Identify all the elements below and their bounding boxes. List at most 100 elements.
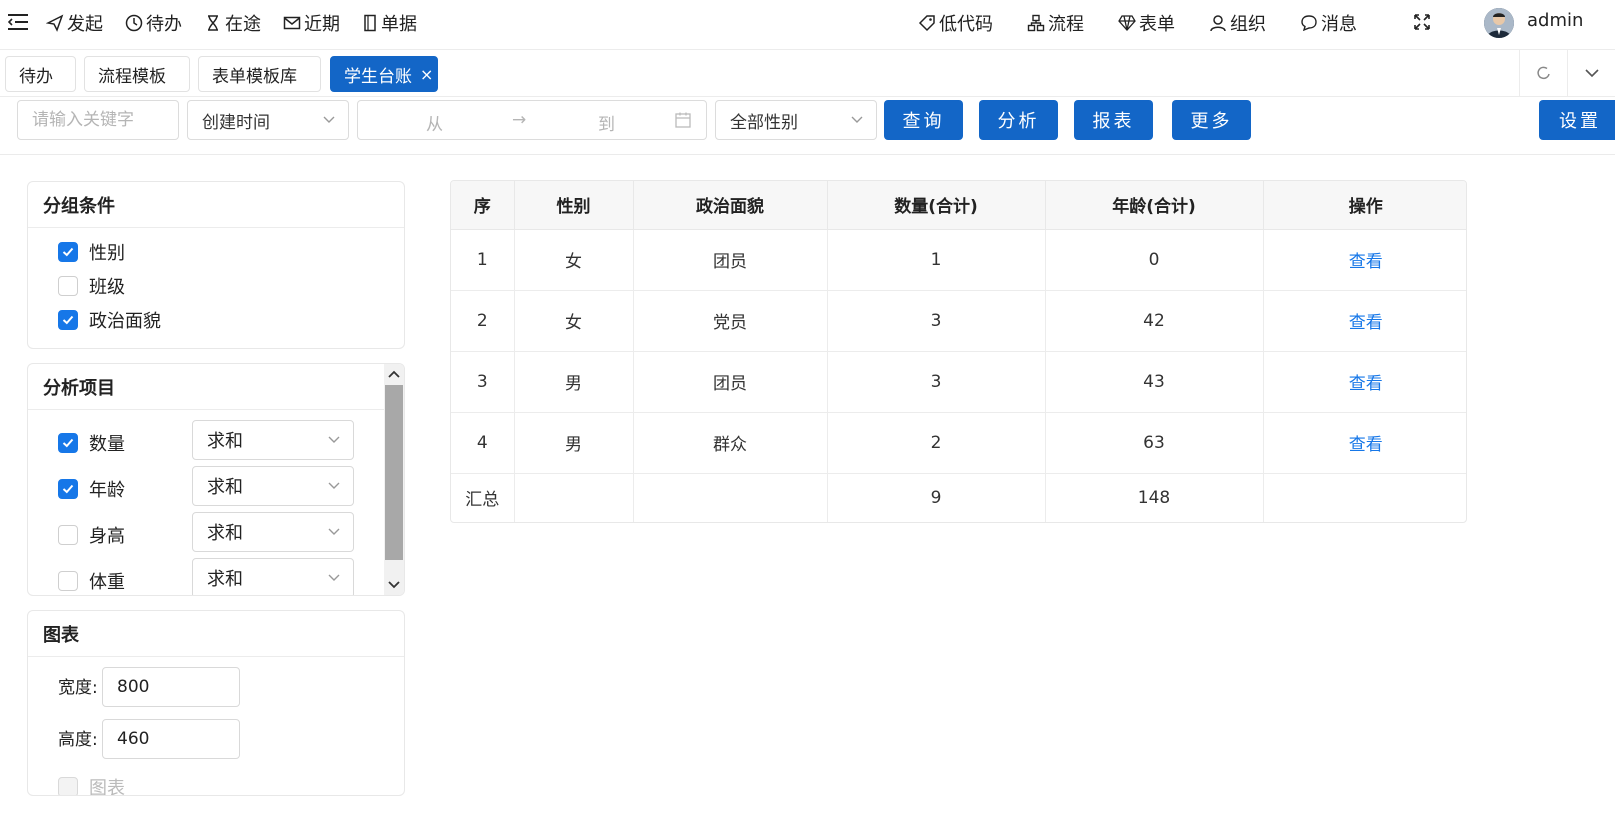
scroll-down-icon[interactable] [384,575,404,595]
tab-menu-button[interactable] [1567,50,1615,96]
nav-item-process[interactable]: 流程 [1027,10,1084,36]
analysis-item-age[interactable]: 年龄 [58,476,125,502]
group-option-class[interactable]: 班级 [58,273,125,299]
checkbox-label: 体重 [89,572,125,593]
nav-item-label: 发起 [67,13,103,35]
refresh-button[interactable] [1519,50,1567,96]
date-to-placeholder: 到 [598,115,615,135]
scroll-up-icon[interactable] [384,364,404,384]
table-cell: 4 [451,412,515,474]
tab-label: 流程模板 [98,66,166,87]
tab-todo[interactable]: 待办 [5,56,76,92]
nav-item-recent[interactable]: 近期 [283,10,340,36]
aggregation-value: 求和 [207,569,243,590]
table-cell: 63 [1045,412,1264,474]
view-link[interactable]: 查看 [1349,374,1383,394]
chart-toggle[interactable]: 图表 [58,774,125,795]
analysis-item-height[interactable]: 身高 [58,522,125,548]
table-cell: 2 [827,412,1046,474]
aggregation-select[interactable]: 求和 [192,558,354,595]
checkbox[interactable] [58,276,78,296]
nav-item-lowcode[interactable]: 低代码 [918,10,993,36]
checkbox[interactable] [58,310,78,330]
table-cell: 1 [827,229,1046,291]
nav-item-start[interactable]: 发起 [46,10,103,36]
tab-process-templates[interactable]: 流程模板 [84,56,190,92]
checkbox[interactable] [58,525,78,545]
width-label: 宽度: [58,678,98,698]
scrollbar[interactable] [384,364,404,595]
nav-item-label: 待办 [146,13,182,35]
nav-item-label: 单据 [381,13,417,35]
tab-form-template-library[interactable]: 表单模板库 [198,56,321,92]
aggregation-select[interactable]: 求和 [192,466,354,506]
checkbox[interactable] [58,433,78,453]
document-icon [364,14,376,31]
aggregation-select[interactable]: 求和 [192,420,354,460]
analysis-item-count[interactable]: 数量 [58,430,125,456]
checkbox-label: 身高 [89,526,125,547]
nav-item-label: 低代码 [939,13,993,35]
view-link[interactable]: 查看 [1349,252,1383,272]
group-option-political-status[interactable]: 政治面貌 [58,307,161,333]
avatar[interactable] [1484,8,1514,38]
column-header[interactable]: 性别 [514,181,634,230]
checkbox[interactable] [58,571,78,591]
width-input[interactable] [102,667,240,707]
chevron-down-icon [851,116,863,123]
gender-filter-select[interactable]: 全部性别 [715,100,877,140]
chevron-down-icon [328,528,340,535]
keyword-search-input[interactable] [17,100,179,140]
aggregation-select[interactable]: 求和 [192,512,354,552]
column-header[interactable]: 数量(合计) [827,181,1046,230]
avatar-image [1484,8,1514,38]
aggregation-value: 求和 [207,431,243,452]
table-cell: 女 [514,229,634,291]
column-header[interactable]: 序 [451,181,515,230]
menu-toggle-icon[interactable] [8,11,28,33]
table-cell: 查看 [1263,290,1466,352]
settings-button[interactable]: 设置 [1539,100,1615,140]
tab-student-ledger[interactable]: 学生台账 × [330,56,438,92]
username[interactable]: admin [1527,10,1583,31]
height-input[interactable] [102,719,240,759]
check-icon [62,247,74,257]
analysis-item-weight[interactable]: 体重 [58,568,125,594]
summary-cell [1263,473,1466,522]
group-option-gender[interactable]: 性别 [58,239,125,265]
nav-item-messages[interactable]: 消息 [1300,10,1357,36]
column-header[interactable]: 政治面貌 [633,181,828,230]
checkbox[interactable] [58,777,78,795]
time-field-select[interactable]: 创建时间 [187,100,349,140]
nav-item-todo[interactable]: 待办 [125,10,182,36]
close-icon[interactable]: × [420,65,433,84]
table-cell: 查看 [1263,229,1466,291]
nav-item-label: 消息 [1321,13,1357,35]
fullscreen-icon[interactable] [1412,12,1432,32]
diamond-icon [1118,14,1136,31]
nav-item-documents[interactable]: 单据 [362,10,417,36]
checkbox-label: 数量 [89,434,125,455]
table-cell: 2 [451,290,515,352]
checkbox[interactable] [58,479,78,499]
scroll-thumb[interactable] [385,385,403,560]
nav-item-organization[interactable]: 组织 [1209,10,1266,36]
analyze-button[interactable]: 分析 [979,100,1058,140]
nav-item-label: 组织 [1230,13,1266,35]
nav-item-in-progress[interactable]: 在途 [204,10,261,36]
table-cell: 党员 [633,290,828,352]
view-link[interactable]: 查看 [1349,435,1383,455]
table-cell: 女 [514,290,634,352]
nav-item-forms[interactable]: 表单 [1118,10,1175,36]
nav-item-label: 近期 [304,13,340,35]
column-header[interactable]: 年龄(合计) [1045,181,1264,230]
date-range-picker[interactable]: 从 → 到 [357,100,707,140]
query-button[interactable]: 查询 [884,100,963,140]
nav-item-label: 表单 [1139,13,1175,35]
report-button[interactable]: 报表 [1074,100,1153,140]
checkbox[interactable] [58,242,78,262]
summary-cell: 148 [1045,473,1264,522]
view-link[interactable]: 查看 [1349,313,1383,333]
mail-icon [283,16,301,29]
more-button[interactable]: 更多 [1172,100,1251,140]
